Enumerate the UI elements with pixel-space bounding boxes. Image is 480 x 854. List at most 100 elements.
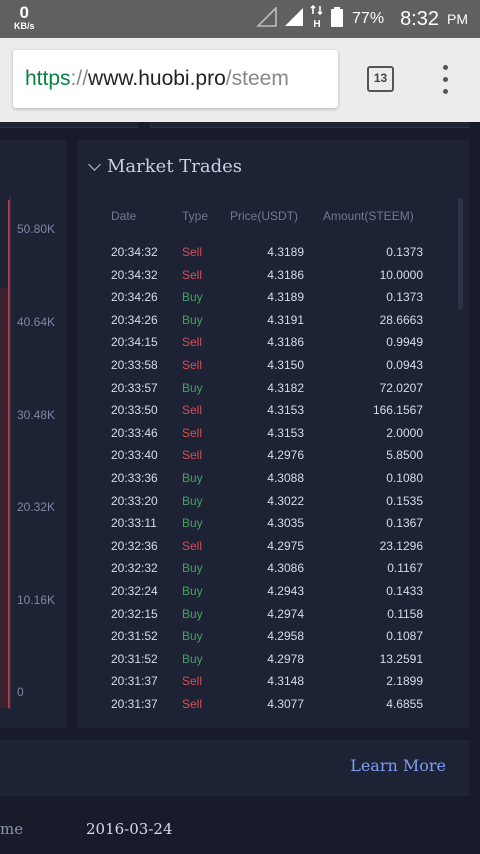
coin-info-panel: Learn More [0,740,470,796]
trade-row: 20:31:37 Sell 4.3148 2.1899 [78,670,469,693]
trade-amount: 0.1080 [386,470,423,485]
trade-price: 4.3086 [267,561,304,576]
market-trades-title: Market Trades [107,156,243,177]
trade-amount: 0.1167 [387,561,423,576]
clock-time: 8:32 [400,7,439,30]
trade-type: Sell [182,425,203,440]
info-label: me [0,820,24,838]
chevron-down-icon[interactable] [88,158,101,171]
trade-type: Buy [182,561,203,576]
column-header-price: Price(USDT) [230,209,298,223]
trade-price: 4.2975 [267,538,304,553]
trade-row: 20:32:36 Sell 4.2975 23.1296 [78,535,469,558]
trade-type: Buy [182,290,203,305]
data-transfer-icon: H [310,4,324,34]
battery-icon [330,6,344,33]
trade-price: 4.3182 [267,380,304,395]
trade-date: 20:34:32 [111,245,158,259]
info-row: me 2016-03-24 [0,796,470,854]
trade-type: Sell [182,674,203,689]
address-bar[interactable]: https://www.huobi.pro/steem [13,50,338,108]
more-vert-icon[interactable] [436,65,456,95]
trade-amount: 5.8500 [386,448,423,463]
trade-price: 4.3189 [267,290,304,305]
trade-price: 4.3153 [267,403,304,418]
trade-type: Buy [182,470,203,485]
trade-price: 4.3189 [267,245,304,259]
trade-date: 20:33:57 [111,380,158,395]
trade-amount: 23.1296 [379,538,423,553]
trade-row: 20:31:52 Buy 4.2958 0.1087 [78,625,469,648]
trade-amount: 13.2591 [379,651,423,666]
battery-percent: 77% [352,10,385,27]
trade-date: 20:33:40 [111,448,158,463]
signal-outline-icon [256,5,278,32]
trade-row: 20:34:32 Sell 4.3189 0.1373 [78,241,469,264]
trade-date: 20:31:52 [111,651,158,666]
trade-amount: 72.0207 [379,380,423,395]
trade-amount: 0.0943 [386,357,423,372]
trade-date: 20:31:52 [111,629,158,644]
trade-price: 4.3186 [267,335,304,350]
trade-type: Sell [182,245,203,259]
trade-date: 20:34:32 [111,267,158,282]
signal-icon [284,7,304,32]
trade-amount: 2.1899 [386,674,423,689]
url-separator: :// [70,67,89,90]
trade-price: 4.3191 [267,312,304,327]
trade-amount: 0.1433 [386,583,423,598]
trade-price: 4.3035 [267,516,304,531]
trade-type: Sell [182,696,203,711]
trade-date: 20:31:37 [111,696,158,711]
trade-amount: 2.0000 [386,425,423,440]
trade-date: 20:32:36 [111,538,158,553]
browser-toolbar: https://www.huobi.pro/steem 13 [0,38,480,122]
column-header-type: Type [182,209,209,223]
trade-amount: 10.0000 [379,267,423,282]
trade-type: Sell [182,448,203,463]
trade-date: 20:33:20 [111,493,158,508]
trade-row: 20:33:11 Buy 4.3035 0.1367 [78,512,469,535]
trade-amount: 0.1373 [386,290,423,305]
tab-switcher-button[interactable]: 13 [367,66,394,92]
trade-date: 20:34:26 [111,312,158,327]
column-header-date: Date [111,209,137,223]
trade-type: Buy [182,606,203,621]
trade-price: 4.3088 [267,470,304,485]
trade-amount: 28.6663 [379,312,423,327]
trade-date: 20:32:15 [111,606,158,621]
trade-row: 20:32:24 Buy 4.2943 0.1433 [78,580,469,603]
trade-row: 20:33:20 Buy 4.3022 0.1535 [78,490,469,513]
trade-amount: 0.1535 [386,493,423,508]
trade-amount: 0.1367 [386,516,423,531]
trade-date: 20:32:32 [111,561,158,576]
trade-row: 20:33:57 Buy 4.3182 72.0207 [78,377,469,400]
trade-row: 20:33:46 Sell 4.3153 2.0000 [78,422,469,445]
trade-type: Buy [182,493,203,508]
trade-price: 4.2978 [267,651,304,666]
trade-price: 4.3150 [267,357,304,372]
trade-type: Sell [182,538,203,553]
trade-date: 20:34:26 [111,290,158,305]
trade-type: Sell [182,357,203,372]
market-trades-header[interactable]: Market Trades [88,156,243,177]
info-value: 2016-03-24 [86,820,173,838]
depth-chart-area [0,288,8,708]
network-speed-value: 0 [19,3,29,22]
trade-amount: 0.9949 [386,335,423,350]
trade-price: 4.2974 [267,606,304,621]
url-host: www.huobi.pro [88,67,226,90]
panel-bottom-edge [0,122,138,128]
trade-date: 20:34:15 [111,335,158,350]
trade-row: 20:34:15 Sell 4.3186 0.9949 [78,331,469,354]
trade-type: Buy [182,629,203,644]
trade-date: 20:33:58 [111,357,158,372]
trade-amount: 0.1087 [386,629,423,644]
trade-row: 20:33:40 Sell 4.2976 5.8500 [78,444,469,467]
learn-more-link[interactable]: Learn More [350,740,446,792]
market-trades-panel: Market Trades Date Type Price(USDT) Amou… [78,140,469,728]
trade-date: 20:33:50 [111,403,158,418]
trade-type: Sell [182,403,203,418]
trade-price: 4.2976 [267,448,304,463]
status-bar: 0 KB/s H 77% 8:32 PM [0,0,480,38]
